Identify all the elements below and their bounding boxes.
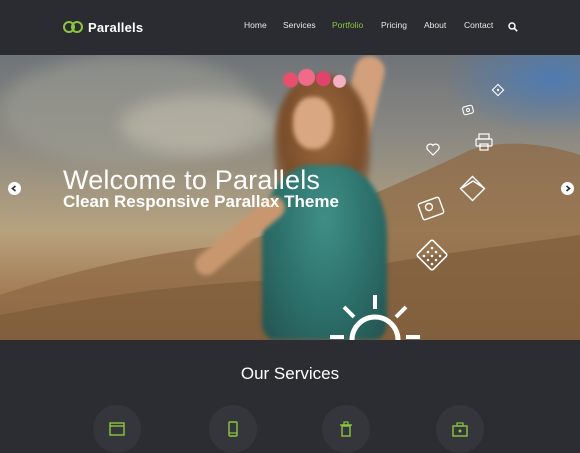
brand-name: Parallels bbox=[88, 19, 144, 35]
arrow-right-icon bbox=[565, 185, 571, 192]
nav-item-pricing[interactable]: Pricing bbox=[381, 20, 407, 30]
nav-item-portfolio[interactable]: Portfolio bbox=[332, 20, 363, 30]
eye-icon bbox=[462, 104, 474, 116]
slider-next-button[interactable] bbox=[561, 182, 574, 195]
sun-icon bbox=[330, 295, 420, 340]
location-icon bbox=[417, 196, 445, 221]
flower-crown bbox=[280, 67, 350, 93]
arrow-left-icon bbox=[11, 185, 17, 192]
service-browser[interactable] bbox=[93, 405, 141, 453]
service-trash[interactable] bbox=[322, 405, 370, 453]
top-navbar: Parallels Home Services Portfolio Pricin… bbox=[0, 0, 580, 55]
nav-item-about[interactable]: About bbox=[424, 20, 446, 30]
nav-item-contact[interactable]: Contact bbox=[464, 20, 493, 30]
nav-item-home[interactable]: Home bbox=[244, 20, 267, 30]
printer-icon bbox=[475, 133, 493, 151]
heart-icon bbox=[426, 143, 440, 156]
infinity-logo-icon bbox=[63, 21, 83, 33]
brand-logo[interactable]: Parallels bbox=[63, 17, 143, 37]
service-mobile[interactable] bbox=[209, 405, 257, 453]
nav-item-services[interactable]: Services bbox=[283, 20, 316, 30]
hero-banner: Welcome to Parallels Clean Responsive Pa… bbox=[0, 55, 580, 340]
calculator-icon bbox=[416, 239, 448, 271]
hero-subtitle: Clean Responsive Parallax Theme bbox=[63, 192, 339, 211]
slider-prev-button[interactable] bbox=[8, 182, 21, 195]
search-icon[interactable] bbox=[508, 22, 518, 32]
envelope-icon bbox=[459, 175, 486, 202]
services-heading: Our Services bbox=[240, 364, 340, 383]
tag-icon bbox=[491, 83, 505, 97]
service-briefcase[interactable] bbox=[436, 405, 484, 453]
